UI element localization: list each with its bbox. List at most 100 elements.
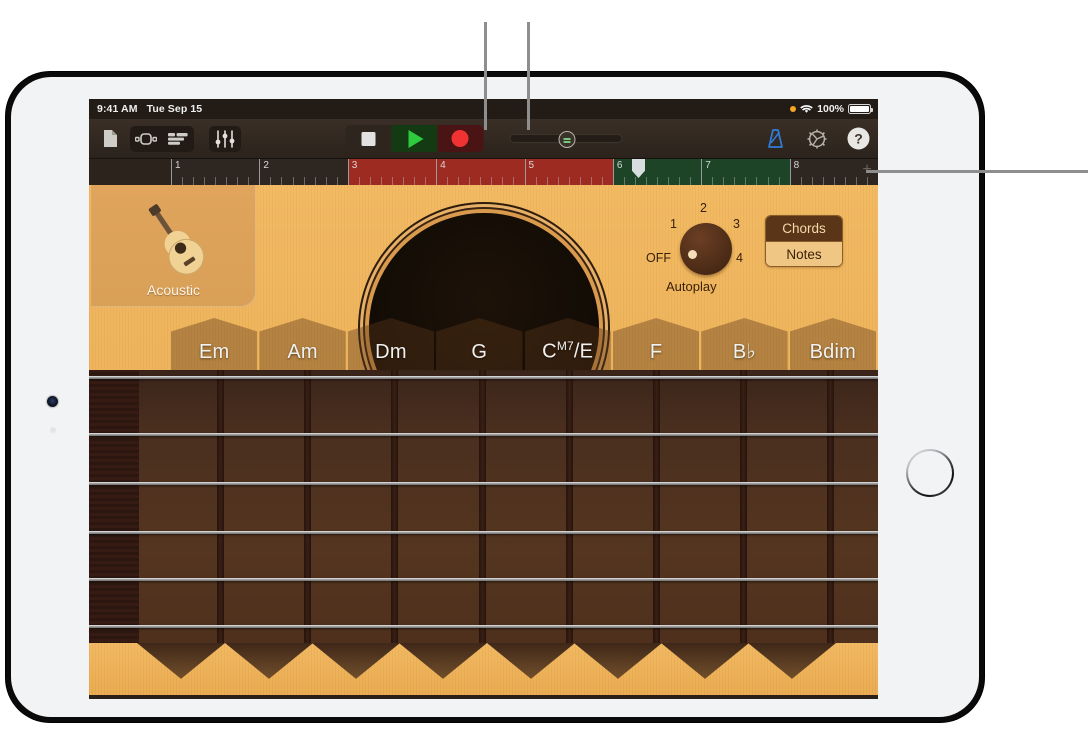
master-volume-slider[interactable] [509, 134, 622, 144]
ruler-bar[interactable]: 3 [348, 159, 436, 185]
play-icon [408, 130, 423, 148]
bar-number: 7 [705, 160, 711, 171]
ipad-device: 9:41 AM Tue Sep 15 100% [6, 72, 984, 722]
guitar-string[interactable] [89, 531, 878, 534]
my-songs-button[interactable] [97, 126, 123, 152]
chevron-icon [574, 643, 662, 699]
chords-notes-switch[interactable]: Chords Notes [765, 215, 843, 267]
autoplay-label: Autoplay [666, 279, 717, 294]
autoplay-position-off[interactable]: OFF [646, 251, 671, 265]
track-view-button[interactable] [162, 126, 194, 152]
chord-strip[interactable]: Dm [348, 318, 434, 370]
bar-number: 4 [440, 160, 446, 171]
help-button[interactable]: ? [846, 126, 870, 152]
guitar-string[interactable] [89, 433, 878, 436]
callout-line-play [484, 22, 487, 130]
acoustic-guitar-icon [122, 200, 226, 280]
chord-strip[interactable]: B♭ [701, 318, 787, 370]
bar-number: 8 [794, 160, 800, 171]
chord-label: B♭ [733, 339, 756, 364]
playhead[interactable] [632, 159, 645, 185]
autoplay-position-4[interactable]: 4 [736, 251, 743, 265]
home-button[interactable] [906, 449, 954, 497]
chord-strip[interactable]: G [436, 318, 522, 370]
transport-group [345, 125, 483, 152]
chord-strip[interactable]: Bdim [790, 318, 876, 370]
ambient-sensor-icon [50, 427, 56, 433]
chord-strips: Em Am Dm G CM7/E F B♭ Bdim [171, 318, 876, 370]
orange-dot-icon [790, 106, 796, 112]
chord-strip[interactable]: F [613, 318, 699, 370]
fret-divider [827, 370, 834, 651]
autoplay-knob[interactable] [680, 223, 732, 275]
instrument-browser-button[interactable] [130, 126, 162, 152]
autoplay-control[interactable]: OFF 1 2 3 4 Autoplay [648, 199, 760, 299]
ruler-bar[interactable]: 4 [436, 159, 524, 185]
bar-number: 1 [175, 160, 181, 171]
fretboard-nut [89, 370, 139, 651]
svg-text:?: ? [854, 131, 863, 147]
wifi-icon [800, 104, 813, 114]
mixer-button[interactable] [209, 126, 241, 152]
stop-button[interactable] [345, 125, 391, 152]
chord-label: G [471, 341, 487, 364]
fretboard-base [89, 643, 878, 699]
ruler-bars[interactable]: 1 2 3 4 5 6 7 8 + [171, 159, 878, 185]
guitar-string[interactable] [89, 376, 878, 379]
playhead-handle[interactable] [632, 159, 645, 178]
ruler-bar[interactable]: 7 [701, 159, 789, 185]
screen-bottom-edge [89, 695, 878, 699]
fretboard[interactable] [89, 370, 878, 699]
chord-label: Dm [375, 341, 407, 364]
bar-number: 3 [352, 160, 358, 171]
fret-divider [740, 370, 747, 651]
callout-line-ruler [866, 170, 1088, 173]
status-date: Tue Sep 15 [147, 103, 203, 115]
battery-icon [848, 104, 871, 114]
fret-divider [566, 370, 573, 651]
knob-indicator [688, 250, 697, 259]
ruler-bar[interactable]: 1 [171, 159, 259, 185]
guitar-string[interactable] [89, 482, 878, 485]
metronome-button[interactable] [762, 126, 788, 152]
chevron-icon [661, 643, 749, 699]
instrument-selector[interactable]: Acoustic [91, 185, 256, 307]
chord-strip[interactable]: Am [259, 318, 345, 370]
chord-strip[interactable]: CM7/E [525, 318, 611, 370]
record-button[interactable] [437, 125, 483, 152]
chord-label: Bdim [810, 341, 856, 364]
chevron-icon [225, 643, 313, 699]
toolbar-left-group [97, 126, 241, 152]
chevron-icon [748, 643, 836, 699]
slider-thumb[interactable] [558, 131, 575, 148]
autoplay-position-1[interactable]: 1 [670, 217, 677, 231]
chord-label: F [650, 341, 662, 364]
guitar-string[interactable] [89, 625, 878, 628]
toolbar-right-group: ? [762, 126, 870, 152]
callout-line-record [527, 22, 530, 130]
fret-divider [217, 370, 224, 651]
guitar-string[interactable] [89, 578, 878, 581]
ruler-bar[interactable]: 6 [613, 159, 701, 185]
front-camera-icon [47, 396, 58, 407]
stop-icon [361, 132, 375, 146]
toolbar-view-group [130, 126, 194, 152]
autoplay-position-3[interactable]: 3 [733, 217, 740, 231]
status-time: 9:41 AM [97, 103, 138, 115]
chord-label: Em [199, 341, 229, 364]
settings-button[interactable] [804, 126, 830, 152]
fret-divider [479, 370, 486, 651]
chords-option[interactable]: Chords [766, 216, 842, 241]
autoplay-position-2[interactable]: 2 [700, 201, 707, 215]
bar-number: 6 [617, 160, 623, 171]
record-icon [452, 130, 469, 147]
bar-number: 2 [263, 160, 269, 171]
chord-label: CM7/E [542, 339, 593, 364]
ipad-bezel: 9:41 AM Tue Sep 15 100% [11, 77, 979, 717]
fret-divider [304, 370, 311, 651]
notes-option[interactable]: Notes [766, 241, 842, 266]
chord-strip[interactable]: Em [171, 318, 257, 370]
ruler-bar[interactable]: 2 [259, 159, 347, 185]
play-button[interactable] [391, 125, 437, 152]
ruler-bar[interactable]: 5 [525, 159, 613, 185]
